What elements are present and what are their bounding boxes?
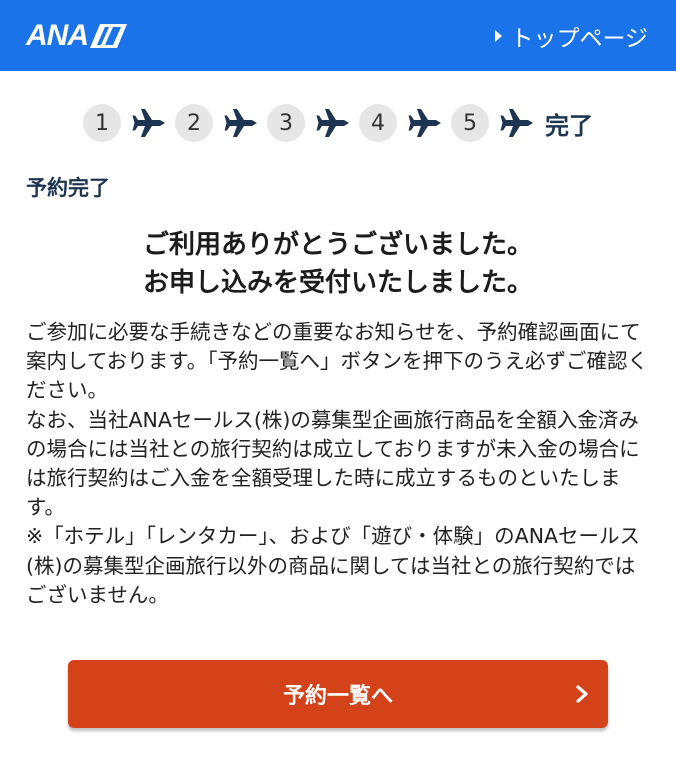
- step-4: 4: [359, 104, 397, 142]
- top-page-link-label: トップページ: [510, 25, 648, 52]
- airplane-icon: [131, 105, 167, 141]
- thanks-line-2: お申し込みを受付いたしました。: [142, 268, 533, 298]
- step-complete-label: 完了: [545, 111, 593, 140]
- notice-text: ご参加に必要な手続きなどの重要なお知らせを、予約確認画面にて案内しております。「…: [26, 318, 651, 610]
- step-1: 1: [83, 104, 121, 142]
- ana-logo[interactable]: ANA: [26, 18, 128, 52]
- logo-text: ANA: [26, 18, 89, 52]
- thanks-message: ご利用ありがとうございました。 お申し込みを受付いたしました。: [0, 226, 676, 302]
- progress-steps: 1 2 3 4 5 完了: [0, 104, 676, 142]
- airplane-icon: [407, 105, 443, 141]
- step-3: 3: [267, 104, 305, 142]
- airplane-icon: [499, 105, 535, 141]
- app-header: ANA トップページ: [0, 0, 676, 71]
- top-page-link[interactable]: トップページ: [495, 19, 648, 53]
- notice-paragraph-3: ※「ホテル」「レンタカー」、および「遊び・体験」のANAセールス(株)の募集型企…: [26, 524, 641, 607]
- step-2: 2: [175, 104, 213, 142]
- airplane-icon: [315, 105, 351, 141]
- reservation-list-button-label: 予約一覧へ: [282, 684, 393, 709]
- thanks-line-1: ご利用ありがとうございました。: [142, 230, 533, 260]
- chevron-right-icon: [574, 684, 590, 704]
- reservation-list-button[interactable]: 予約一覧へ: [68, 660, 608, 728]
- airplane-icon: [223, 105, 259, 141]
- notice-paragraph-2: なお、当社ANAセールス(株)の募集型企画旅行商品を全額入金済みの場合には当社と…: [26, 407, 640, 520]
- logo-stripe-icon: [90, 23, 128, 49]
- triangle-right-icon: [495, 29, 503, 42]
- page-title: 予約完了: [26, 176, 110, 200]
- notice-paragraph-1: ご参加に必要な手続きなどの重要なお知らせを、予約確認画面にて案内しております。「…: [26, 320, 648, 403]
- step-5: 5: [451, 104, 489, 142]
